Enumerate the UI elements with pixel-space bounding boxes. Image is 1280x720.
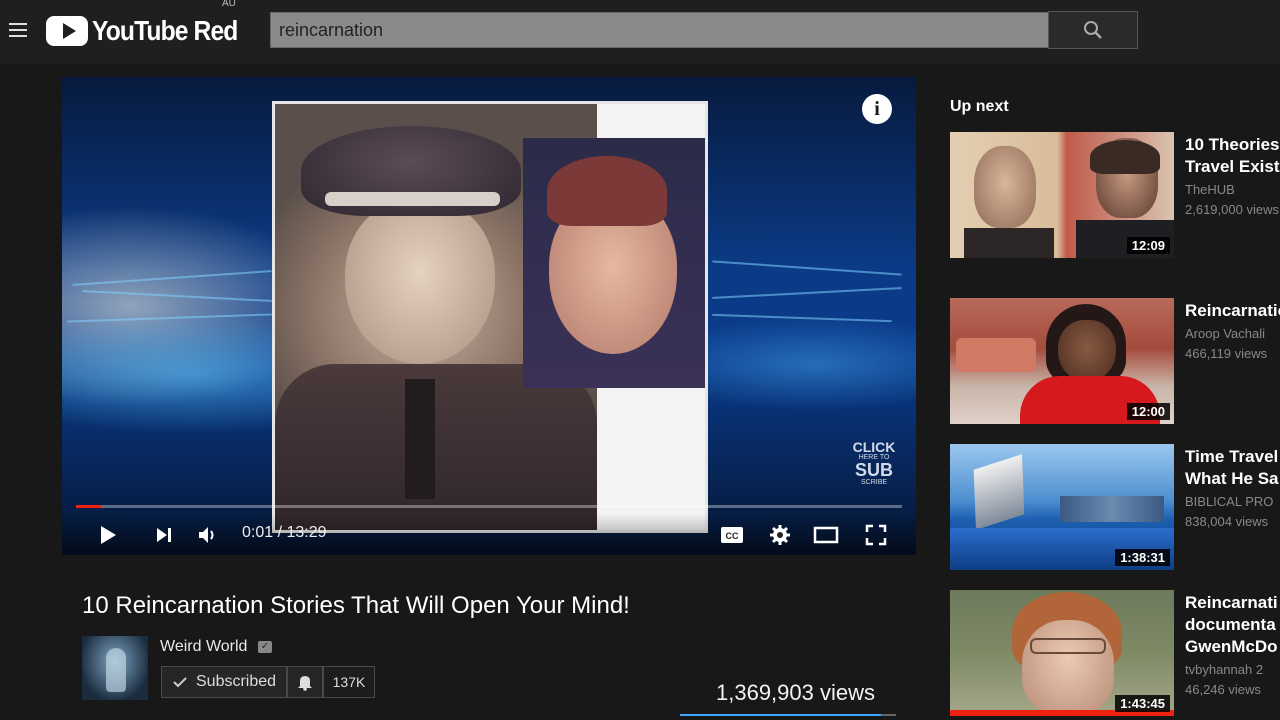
video-duration: 1:38:31: [1115, 549, 1170, 566]
video-thumbnail[interactable]: 12:09: [950, 132, 1174, 258]
settings-icon[interactable]: [766, 521, 794, 549]
watermark-line: CLICK: [852, 439, 896, 455]
video-duration: 12:00: [1126, 403, 1170, 420]
recommended-channel: BIBLICAL PRO: [1185, 494, 1274, 509]
region-label: AU: [222, 0, 236, 9]
recommended-video[interactable]: 12:09 10 Theories Travel Exist TheHUB 2,…: [950, 132, 1280, 258]
video-duration: 12:09: [1126, 237, 1170, 254]
time-current: 0:01: [242, 524, 274, 541]
recommended-title: Time Travel What He Sa: [1185, 446, 1280, 490]
watermark-line: SCRIBE: [860, 479, 888, 486]
wave-decoration: [72, 270, 272, 286]
video-thumbnail[interactable]: 12:00: [950, 298, 1174, 424]
view-count: 1,369,903 views: [716, 680, 875, 705]
menu-icon[interactable]: [6, 18, 30, 42]
recommended-channel: TheHUB: [1185, 182, 1235, 197]
up-next-heading: Up next: [950, 98, 1009, 115]
subscribed-label: Subscribed: [196, 673, 277, 690]
recommended-title: 10 Theories Travel Exist: [1185, 134, 1280, 178]
wave-decoration: [712, 260, 902, 276]
youtube-play-logo-icon: [46, 16, 88, 46]
video-thumbnail[interactable]: 1:38:31: [950, 444, 1174, 570]
like-ratio-bar: [680, 714, 896, 716]
recommended-video[interactable]: 1:43:45 Reincarnati documenta GwenMcDo t…: [950, 590, 1280, 716]
video-title: 10 Reincarnation Stories That Will Open …: [82, 592, 630, 619]
channel-name[interactable]: Weird World: [160, 638, 247, 656]
recommended-video[interactable]: 12:00 Reincarnatio Aroop Vachali 466,119…: [950, 298, 1280, 424]
info-icon[interactable]: i: [862, 94, 892, 124]
recommended-channel: tvbyhannah 2: [1185, 662, 1264, 677]
next-icon[interactable]: [150, 521, 178, 549]
bell-icon: [298, 676, 312, 691]
recommended-title: Reincarnati documenta GwenMcDo: [1185, 592, 1280, 658]
time-separator: /: [277, 524, 283, 541]
verified-icon: ✓: [258, 641, 272, 653]
time-display: 0:01 / 13:29: [242, 524, 327, 542]
play-icon[interactable]: [94, 521, 122, 549]
recommended-views: 2,619,000 views: [1185, 202, 1279, 217]
video-thumbnail[interactable]: 1:43:45: [950, 590, 1174, 716]
video-duration: 1:43:45: [1115, 695, 1170, 712]
title-line: 10 Theories: [1185, 135, 1280, 154]
subscriber-count: 137K: [323, 666, 375, 698]
youtube-red-logo[interactable]: YouTube Red: [46, 14, 257, 48]
title-line: GwenMcDo: [1185, 637, 1278, 656]
channel-avatar[interactable]: [82, 636, 148, 700]
search-input[interactable]: [271, 13, 1049, 47]
recommended-video[interactable]: 1:38:31 Time Travel What He Sa BIBLICAL …: [950, 444, 1280, 570]
wave-decoration: [67, 313, 272, 323]
search-button[interactable]: [1048, 11, 1138, 49]
time-total: 13:29: [286, 524, 327, 541]
checkmark-icon: [173, 677, 187, 688]
theater-mode-icon[interactable]: [812, 521, 840, 549]
wave-decoration: [82, 290, 272, 302]
title-line: Reincarnati: [1185, 593, 1278, 612]
logo-text: YouTube Red: [92, 15, 238, 46]
progress-bar[interactable]: [76, 505, 902, 508]
subscribed-button[interactable]: Subscribed: [161, 666, 287, 698]
title-line: Time Travel: [1185, 447, 1279, 466]
wave-decoration: [712, 287, 902, 299]
title-line: Travel Exist: [1185, 157, 1280, 176]
progress-played: [76, 505, 101, 508]
video-frame-photo: [272, 101, 708, 533]
search-box[interactable]: [270, 12, 1050, 48]
title-line: What He Sa: [1185, 469, 1279, 488]
masthead: YouTube Red AU: [0, 0, 1280, 64]
svg-text:CC: CC: [726, 531, 739, 541]
subscribe-watermark[interactable]: CLICK HERE TO SUB SCRIBE: [848, 440, 900, 486]
recommended-channel: Aroop Vachali: [1185, 326, 1265, 341]
wave-decoration: [712, 313, 892, 323]
fullscreen-icon[interactable]: [862, 521, 890, 549]
like-ratio-fill: [680, 714, 881, 716]
child-photo: [523, 138, 705, 388]
player-controls: 0:01 / 13:29 CC: [62, 513, 916, 555]
recommended-views: 466,119 views: [1185, 346, 1268, 361]
recommended-views: 838,004 views: [1185, 514, 1269, 529]
title-line: Reincarnatio: [1185, 301, 1280, 320]
watermark-line: SUB: [854, 460, 893, 480]
title-line: documenta: [1185, 615, 1276, 634]
notification-bell-button[interactable]: [287, 666, 323, 698]
recommended-views: 46,246 views: [1185, 682, 1261, 697]
captions-icon[interactable]: CC: [718, 521, 746, 549]
recommended-title: Reincarnatio: [1185, 300, 1280, 322]
volume-icon[interactable]: [194, 521, 222, 549]
search-icon: [1084, 21, 1102, 39]
video-player[interactable]: i CLICK HERE TO SUB SCRIBE 0:01 / 13:29 …: [62, 77, 916, 555]
